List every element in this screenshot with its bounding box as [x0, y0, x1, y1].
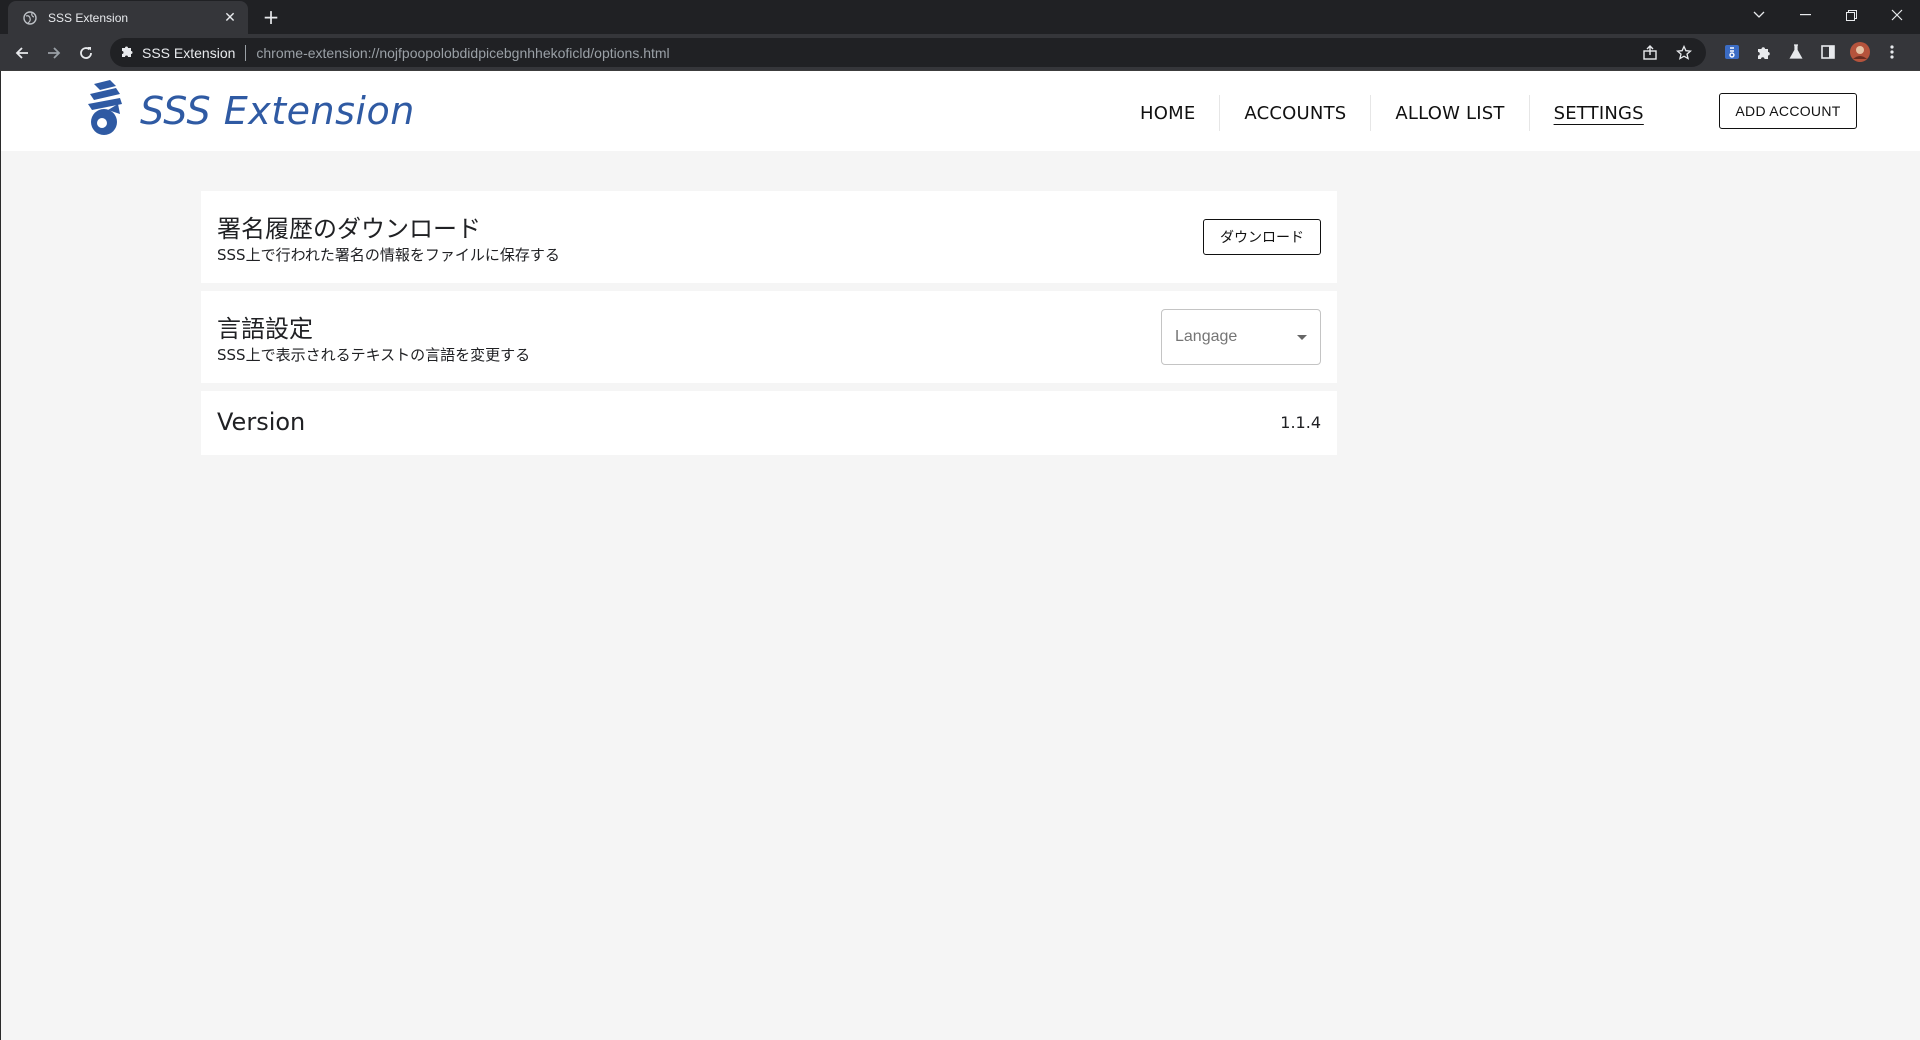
language-card: 言語設定 SSS上で表示されるテキストの言語を変更する Langage — [201, 291, 1337, 383]
language-description: SSS上で表示されるテキストの言語を変更する — [217, 346, 531, 364]
site-name: SSS Extension — [142, 44, 236, 61]
window-left-border — [0, 71, 1, 1040]
forward-arrow-icon[interactable] — [41, 40, 67, 66]
close-window-icon[interactable] — [1874, 0, 1920, 30]
history-download-description: SSS上で行われた署名の情報をファイルに保存する — [217, 246, 560, 264]
address-bar[interactable]: SSS Extension chrome-extension://nojfpoo… — [110, 38, 1706, 67]
sss-extension-icon[interactable] — [1722, 42, 1742, 62]
app-logo[interactable]: SSS Extension — [86, 80, 415, 142]
browser-tab-strip: SSS Extension ✕ + — [0, 0, 1920, 34]
tab-close-icon[interactable]: ✕ — [220, 8, 240, 28]
new-tab-button[interactable]: + — [258, 5, 284, 29]
minimize-icon[interactable] — [1782, 0, 1828, 30]
download-button[interactable]: ダウンロード — [1203, 219, 1321, 255]
omnibox-divider — [245, 44, 247, 61]
puzzle-icon — [120, 43, 134, 62]
version-card: Version 1.1.4 — [201, 391, 1337, 455]
nav-home-label: HOME — [1140, 102, 1196, 124]
nav-allow-list[interactable]: ALLOW LIST — [1371, 95, 1530, 131]
nav-home[interactable]: HOME — [1116, 95, 1221, 131]
tab-title: SSS Extension — [48, 10, 129, 25]
side-panel-icon[interactable] — [1818, 42, 1838, 62]
nav-settings-label: SETTINGS — [1553, 102, 1644, 124]
globe-icon — [22, 10, 38, 26]
nav-settings[interactable]: SETTINGS — [1530, 95, 1668, 131]
url-text[interactable]: chrome-extension://nojfpoopolobdidpicebg… — [256, 45, 669, 61]
logo-text: SSS Extension — [140, 89, 415, 133]
browser-toolbar: SSS Extension chrome-extension://nojfpoo… — [0, 34, 1920, 71]
main-nav: HOME ACCOUNTS ALLOW LIST SETTINGS — [1116, 95, 1668, 131]
history-download-title: 署名履歴のダウンロード — [217, 215, 481, 243]
version-label: Version — [217, 408, 306, 436]
nav-accounts[interactable]: ACCOUNTS — [1220, 95, 1372, 131]
extensions-puzzle-icon[interactable] — [1754, 42, 1774, 62]
profile-avatar[interactable] — [1850, 42, 1870, 62]
language-select-placeholder: Langage — [1175, 328, 1238, 345]
bookmark-star-icon[interactable] — [1674, 43, 1694, 63]
sss-logo-icon — [86, 80, 126, 142]
version-value: 1.1.4 — [1280, 413, 1321, 432]
back-arrow-icon[interactable] — [9, 40, 35, 66]
nav-allow-list-label: ALLOW LIST — [1395, 102, 1505, 124]
browser-tab[interactable]: SSS Extension ✕ — [8, 1, 248, 34]
app-header: SSS Extension HOME ACCOUNTS ALLOW LIST S… — [0, 71, 1920, 151]
nav-accounts-label: ACCOUNTS — [1244, 102, 1347, 124]
reload-icon[interactable] — [73, 40, 99, 66]
language-select[interactable]: Langage — [1161, 309, 1321, 365]
share-icon[interactable] — [1640, 43, 1660, 63]
lab-flask-icon[interactable] — [1786, 42, 1806, 62]
history-download-card: 署名履歴のダウンロード SSS上で行われた署名の情報をファイルに保存する ダウン… — [201, 191, 1337, 283]
language-title: 言語設定 — [217, 315, 313, 343]
kebab-menu-icon[interactable] — [1882, 42, 1902, 62]
tab-search-chevron-icon[interactable] — [1736, 0, 1782, 30]
restore-icon[interactable] — [1828, 0, 1874, 30]
caret-down-icon — [1296, 332, 1308, 344]
add-account-button[interactable]: ADD ACCOUNT — [1719, 93, 1857, 129]
